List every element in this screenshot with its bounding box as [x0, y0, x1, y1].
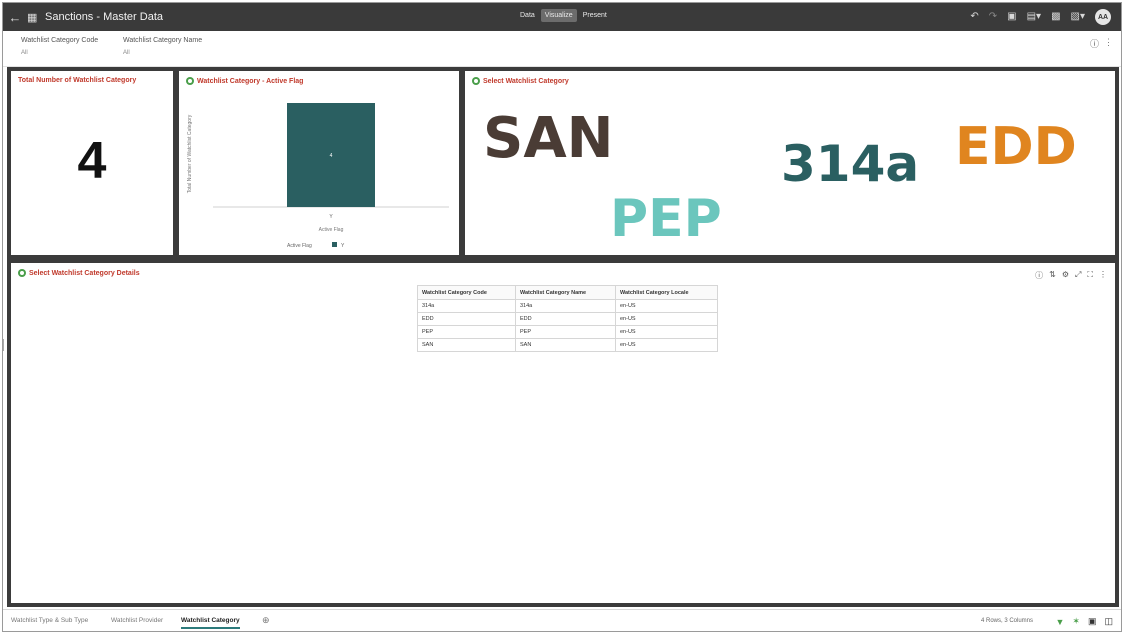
redo-icon[interactable]: ↷ — [989, 10, 997, 24]
filter-label: Watchlist Category Name — [123, 37, 203, 44]
filter-category-name[interactable]: Watchlist Category Name All — [123, 37, 202, 56]
tile-title: Select Watchlist Category — [472, 77, 569, 85]
y-axis-label: Total Number of Watchlist Category — [187, 114, 193, 193]
filter-icon[interactable]: ▼ — [1056, 617, 1065, 627]
legend-item: Y — [341, 243, 345, 249]
highlight-icon[interactable]: ✶ — [1072, 616, 1080, 627]
info-icon[interactable]: ⓘ — [1090, 37, 1099, 50]
filter-value: All — [21, 50, 28, 56]
table-cell: SAN — [515, 338, 616, 352]
panel-toggle-icon[interactable]: ◫ — [1104, 616, 1113, 627]
more-options-icon[interactable]: ⋮ — [1099, 270, 1107, 281]
filter-bar: Watchlist Category Code All Watchlist Ca… — [3, 31, 1121, 67]
tile-title: Select Watchlist Category Details — [18, 269, 140, 277]
tile-wordcloud[interactable]: Select Watchlist Category SAN 314a EDD P… — [465, 71, 1115, 255]
filter-icon[interactable]: ⚙ — [1062, 270, 1069, 281]
preview-icon[interactable]: ▩ — [1051, 10, 1060, 24]
column-header[interactable]: Watchlist Category Name — [515, 285, 616, 300]
tile-toolbar: ⓘ ⇅ ⚙ ⤢ ⛶ ⋮ — [1035, 270, 1107, 281]
more-options-icon[interactable]: ⋮ — [1104, 37, 1113, 48]
tile-title: Total Number of Watchlist Category — [18, 77, 137, 84]
tile-total-count[interactable]: Total Number of Watchlist Category 4 — [11, 71, 173, 255]
mode-switcher: Data Visualize Present — [516, 9, 611, 22]
table-row[interactable]: SAN SAN en-US — [417, 338, 718, 352]
table-cell: en-US — [615, 312, 718, 326]
bar-data-label: 4 — [330, 153, 333, 159]
table-cell: en-US — [615, 325, 718, 339]
canvas-tab-provider[interactable]: Watchlist Provider — [111, 617, 163, 624]
footer-toolbar: ▼ ✶ ▣ ◫ — [1056, 616, 1114, 627]
save-icon[interactable]: ▣ — [1007, 10, 1016, 24]
word-314a[interactable]: 314a — [781, 139, 919, 189]
table-row[interactable]: PEP PEP en-US — [417, 325, 718, 339]
column-header[interactable]: Watchlist Category Locale — [615, 285, 718, 300]
table-cell: 314a — [417, 299, 516, 313]
tile-active-flag-chart[interactable]: Watchlist Category - Active Flag Total N… — [179, 71, 459, 255]
word-san[interactable]: SAN — [483, 111, 614, 167]
table-cell: EDD — [417, 312, 516, 326]
column-header[interactable]: Watchlist Category Code — [417, 285, 516, 300]
mode-data-tab[interactable]: Data — [516, 9, 539, 22]
tile-details[interactable]: Select Watchlist Category Details ⓘ ⇅ ⚙ … — [11, 263, 1115, 603]
menu-icon[interactable]: ▧▾ — [1071, 10, 1085, 24]
header-toolbar: ↶ ↷ ▣ ▤▾ ▩ ▧▾ AA — [970, 9, 1111, 25]
table-cell: EDD — [515, 312, 616, 326]
panel-resize-handle[interactable] — [3, 339, 6, 351]
add-canvas-icon[interactable]: ⊕ — [262, 615, 270, 626]
info-icon[interactable]: ⓘ — [1035, 270, 1043, 281]
table-row[interactable]: EDD EDD en-US — [417, 312, 718, 326]
table-cell: 314a — [515, 299, 616, 313]
add-icon[interactable]: ▤▾ — [1027, 10, 1041, 24]
word-edd[interactable]: EDD — [955, 121, 1077, 173]
table-header-row: Watchlist Category Code Watchlist Catego… — [417, 285, 718, 300]
workbook-title: Sanctions - Master Data — [45, 11, 163, 23]
mode-visualize-tab[interactable]: Visualize — [540, 9, 577, 22]
expand-icon[interactable]: ⤢ — [1075, 270, 1081, 281]
word-pep[interactable]: PEP — [610, 193, 722, 245]
table-cell: en-US — [615, 338, 718, 352]
row-column-count: 4 Rows, 3 Columns — [981, 618, 1034, 624]
app-window: ← ▦ Sanctions - Master Data Data Visuali… — [2, 2, 1122, 632]
x-tick-label: Y — [329, 214, 333, 220]
table-cell: PEP — [515, 325, 616, 339]
user-avatar[interactable]: AA — [1095, 9, 1111, 25]
table-cell: en-US — [615, 299, 718, 313]
table-cell: PEP — [417, 325, 516, 339]
top-header: ← ▦ Sanctions - Master Data Data Visuali… — [3, 3, 1121, 31]
legend-title: Active Flag — [287, 243, 312, 249]
canvas-tabs-bar: Watchlist Type & Sub Type Watchlist Prov… — [3, 609, 1121, 631]
canvas-tab-type-subtype[interactable]: Watchlist Type & Sub Type — [11, 617, 88, 624]
workbook-icon: ▦ — [27, 11, 38, 24]
filter-label: Watchlist Category Code — [21, 37, 99, 44]
grid-view-icon[interactable]: ▣ — [1088, 616, 1097, 627]
filter-value: All — [123, 50, 130, 56]
filter-icon — [18, 269, 26, 277]
x-axis-label: Active Flag — [319, 227, 344, 233]
filter-icon — [472, 77, 480, 85]
bar-chart: Total Number of Watchlist Category 4 Y Acti… — [187, 103, 449, 249]
table-cell: SAN — [417, 338, 516, 352]
tile-title-text: Select Watchlist Category Details — [29, 269, 140, 277]
filter-category-code[interactable]: Watchlist Category Code All — [21, 37, 98, 56]
legend-swatch — [332, 242, 337, 247]
tile-title-text: Select Watchlist Category — [483, 77, 569, 85]
canvas: Total Number of Watchlist Category 4 Wat… — [7, 67, 1119, 607]
undo-icon[interactable]: ↶ — [970, 10, 978, 24]
table-row[interactable]: 314a 314a en-US — [417, 299, 718, 313]
back-arrow-icon[interactable]: ← — [3, 10, 27, 25]
canvas-tab-category[interactable]: Watchlist Category — [181, 617, 240, 629]
total-count-value: 4 — [77, 132, 107, 190]
sort-icon[interactable]: ⇅ — [1049, 270, 1056, 281]
details-table: Watchlist Category Code Watchlist Catego… — [417, 285, 718, 352]
maximize-icon[interactable]: ⛶ — [1087, 270, 1093, 281]
mode-present-tab[interactable]: Present — [579, 9, 611, 22]
